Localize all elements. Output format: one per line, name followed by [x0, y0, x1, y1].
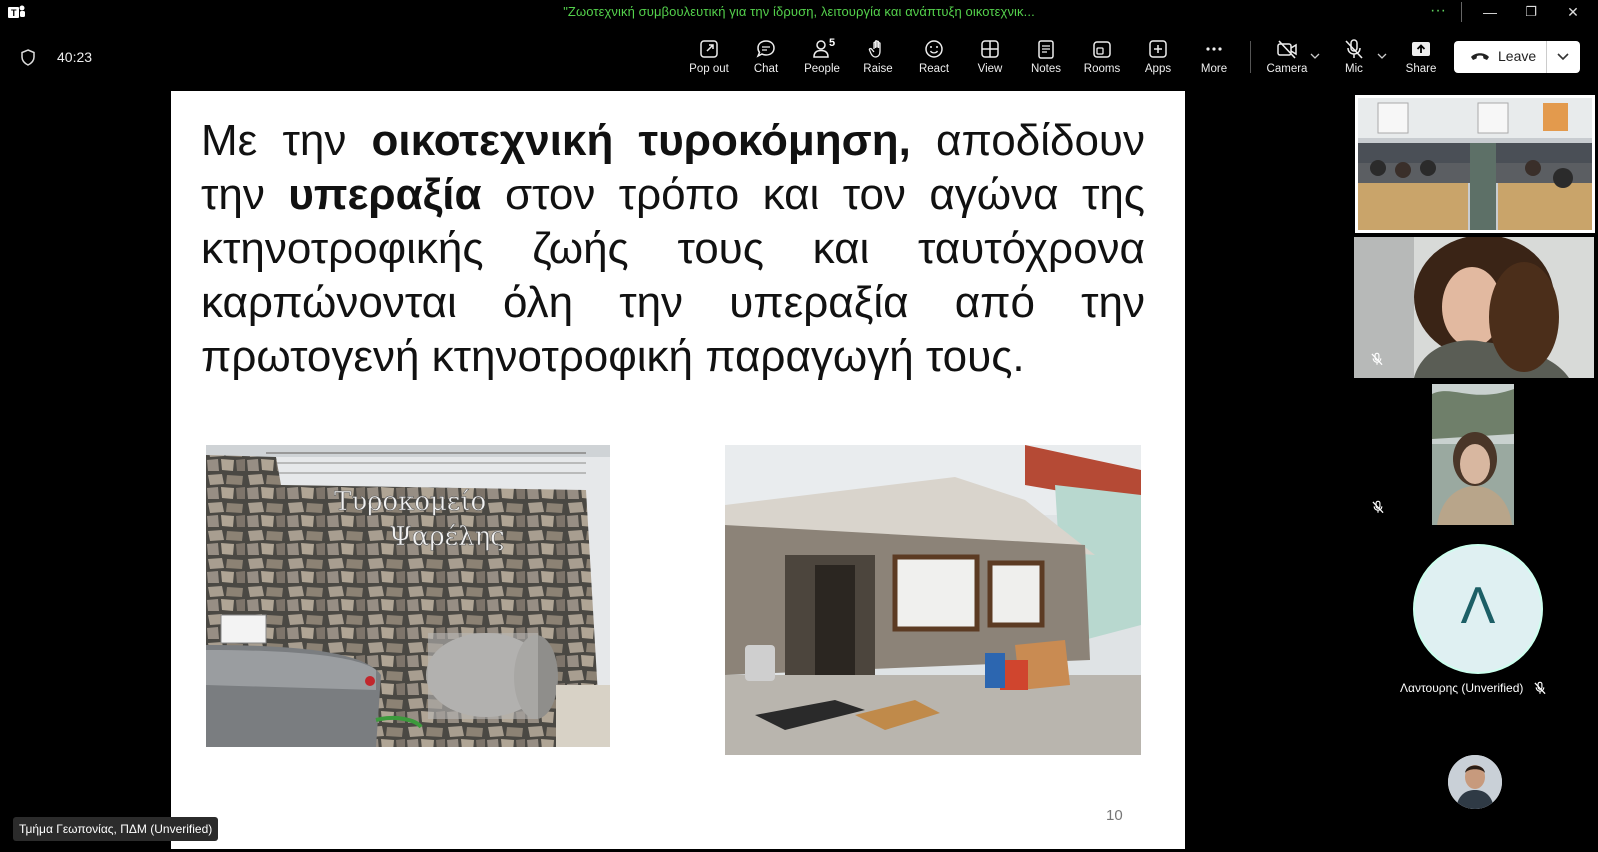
minimize-button[interactable]: —: [1475, 2, 1505, 22]
mic-off-icon: [1345, 39, 1363, 59]
chat-button[interactable]: Chat: [738, 38, 794, 82]
camera-button[interactable]: Camera: [1259, 38, 1315, 82]
hang-up-icon: [1471, 53, 1489, 60]
notes-icon: [1038, 40, 1054, 59]
popout-label: Pop out: [689, 63, 729, 75]
more-dots-icon: [1206, 47, 1222, 51]
grid-view-icon: [981, 40, 999, 58]
mic-options-chevron-icon[interactable]: [1377, 52, 1387, 60]
presenter-label: Τμήμα Γεωπονίας, ΠΔΜ (Unverified): [13, 817, 219, 841]
participant-avatar[interactable]: Λ: [1413, 544, 1543, 674]
shield-icon[interactable]: [20, 49, 36, 66]
leave-options-chevron-icon[interactable]: [1556, 49, 1570, 63]
popout-icon: [700, 40, 718, 58]
sign-text-2: Ψαρέλης: [389, 522, 505, 552]
slide-page-number: 10: [1106, 807, 1123, 824]
participant-video-classroom[interactable]: [1355, 95, 1595, 233]
smiley-icon: [925, 40, 943, 58]
camera-label: Camera: [1266, 63, 1308, 75]
participant-3-mic-off-icon: [1372, 500, 1384, 514]
react-label: React: [918, 63, 950, 75]
avatar-initial: Λ: [1460, 577, 1496, 635]
cheese-dairy-building-photo: [725, 445, 1141, 755]
participant-name: Λαντουρης (Unverified): [1400, 681, 1524, 695]
close-button[interactable]: ✕: [1558, 2, 1588, 22]
share-button[interactable]: Share: [1393, 38, 1449, 82]
slide-text-line1-pre: Με την: [201, 116, 372, 165]
window-title: "Ζωοτεχνική συμβουλευτική για την ίδρυση…: [563, 4, 1035, 19]
chat-label: Chat: [753, 63, 779, 75]
self-avatar[interactable]: [1448, 755, 1502, 809]
apps-plus-icon: [1149, 40, 1167, 58]
rooms-label: Rooms: [1083, 63, 1121, 75]
leave-divider: [1546, 41, 1547, 73]
window-more-icon[interactable]: ···: [1430, 2, 1446, 20]
camera-off-icon: [1277, 40, 1297, 59]
more-button[interactable]: More: [1186, 38, 1242, 82]
shared-slide: Με την οικοτεχνική τυροκόμηση, αποδίδουν…: [171, 91, 1185, 849]
react-button[interactable]: React: [906, 38, 962, 82]
notes-label: Notes: [1030, 63, 1062, 75]
raise-label: Raise: [863, 63, 893, 75]
chat-icon: [756, 40, 775, 58]
toolbar-separator: [1250, 41, 1251, 73]
participant-video-woman-2[interactable]: [1432, 384, 1514, 525]
meeting-timer: 40:23: [57, 49, 93, 65]
mic-label: Mic: [1345, 63, 1363, 75]
raise-hand-button[interactable]: Raise: [850, 38, 906, 82]
sign-text-1: Τυροκομείο: [334, 487, 486, 517]
share-icon: [1412, 42, 1430, 56]
raise-hand-icon: [868, 40, 881, 58]
leave-label: Leave: [1498, 48, 1537, 64]
more-label: More: [1200, 63, 1228, 75]
popout-button[interactable]: Pop out: [681, 38, 737, 82]
leave-button[interactable]: Leave: [1454, 41, 1580, 73]
rooms-icon: [1093, 41, 1111, 58]
view-button[interactable]: View: [962, 38, 1018, 82]
notes-button[interactable]: Notes: [1018, 38, 1074, 82]
mic-button[interactable]: Mic: [1326, 38, 1382, 82]
people-button[interactable]: 5 People: [794, 37, 850, 82]
view-label: View: [977, 63, 1003, 75]
slide-paragraph: Με την οικοτεχνική τυροκόμηση, αποδίδουν…: [201, 114, 1145, 384]
slide-bold-surplus-value: υπεραξία: [288, 170, 482, 219]
camera-options-chevron-icon[interactable]: [1310, 52, 1320, 60]
participant-video-woman[interactable]: [1354, 237, 1594, 378]
cheese-dairy-wall-photo: Τυροκομείο Ψαρέλης: [206, 445, 610, 747]
participant-mic-off-icon: [1371, 352, 1383, 366]
rooms-button[interactable]: Rooms: [1074, 38, 1130, 82]
restore-button[interactable]: ❐: [1516, 2, 1546, 22]
share-label: Share: [1405, 63, 1437, 75]
titlebar-separator: [1461, 2, 1462, 22]
slide-bold-cheesemaking: οικοτεχνική τυροκόμηση,: [371, 116, 911, 165]
participant-4-mic-off-icon: [1534, 681, 1546, 695]
window-titlebar: T "Ζωοτεχνική συμβουλευτική για την ίδρυ…: [0, 0, 1598, 24]
people-count-badge: 5: [829, 37, 836, 49]
people-label: People: [804, 63, 840, 75]
apps-label: Apps: [1144, 63, 1172, 75]
apps-button[interactable]: Apps: [1130, 38, 1186, 82]
